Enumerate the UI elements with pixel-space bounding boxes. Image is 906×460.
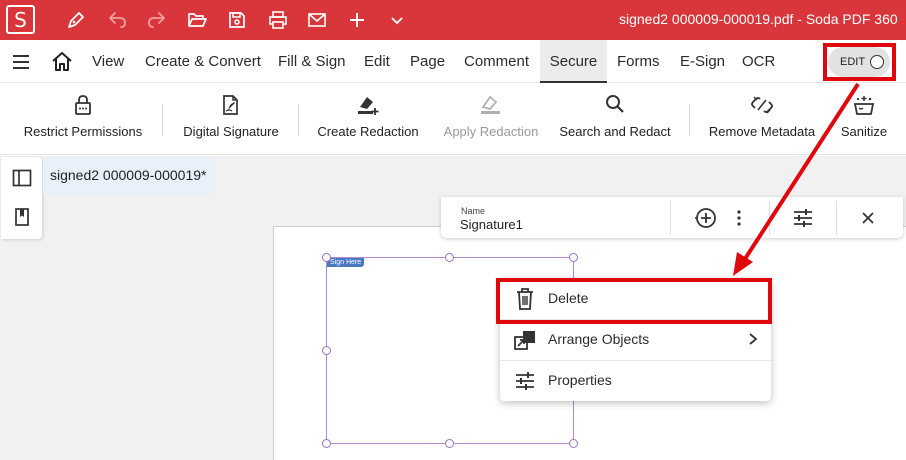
menu-fill-sign[interactable]: Fill & Sign (278, 40, 346, 83)
search-and-redact-button[interactable]: Search and Redact (556, 83, 674, 155)
eraser-icon (478, 93, 504, 117)
home-icon[interactable] (50, 50, 74, 74)
eraser-plus-icon (355, 93, 381, 117)
hamburger-menu-icon[interactable] (10, 51, 32, 73)
panel-toggle-icon[interactable] (9, 165, 35, 191)
toolbar-divider (162, 104, 163, 136)
context-arrange-objects[interactable]: Arrange Objects (500, 319, 771, 360)
resize-handle[interactable] (322, 439, 331, 448)
menu-page[interactable]: Page (410, 40, 445, 83)
save-icon[interactable] (223, 6, 251, 34)
menu-view[interactable]: View (92, 40, 124, 83)
unlink-icon (749, 93, 775, 117)
resize-handle[interactable] (322, 346, 331, 355)
menu-ocr[interactable]: OCR (742, 40, 775, 83)
pen-icon[interactable] (62, 6, 90, 34)
digital-signature-button[interactable]: Digital Signature (176, 83, 286, 155)
resize-handle[interactable] (569, 439, 578, 448)
toolbar-divider (689, 104, 690, 136)
more-vertical-icon[interactable] (726, 205, 752, 231)
add-circle-icon[interactable] (693, 205, 719, 231)
soda-pdf-logo: S (6, 5, 35, 34)
menu-forms[interactable]: Forms (617, 40, 660, 83)
chevron-right-icon (743, 329, 763, 349)
title-bar: S signed2 000009-000019.pdf - Soda PDF 3… (0, 0, 906, 40)
signature-field-bar: Name Signature1 (441, 197, 903, 238)
menu-create-convert[interactable]: Create & Convert (145, 40, 261, 83)
toolbar-divider (298, 104, 299, 136)
digital-signature-label: Digital Signature (183, 124, 279, 139)
document-pen-icon (218, 93, 244, 117)
secure-toolbar: Restrict Permissions Digital Signature C… (0, 83, 906, 155)
lock-icon (70, 93, 96, 117)
search-icon (602, 93, 628, 117)
left-side-panel (1, 157, 42, 239)
sign-here-tag: Sign Here (327, 258, 365, 267)
bar-divider (670, 201, 671, 235)
redo-icon[interactable] (143, 6, 171, 34)
mail-icon[interactable] (303, 6, 331, 34)
menu-edit[interactable]: Edit (364, 40, 390, 83)
plus-icon[interactable] (343, 6, 371, 34)
folder-open-icon[interactable] (183, 6, 211, 34)
resize-handle[interactable] (445, 253, 454, 262)
bar-divider (769, 201, 770, 235)
window-title: signed2 000009-000019.pdf - Soda PDF 360 (619, 11, 898, 27)
field-name-label: Name (461, 206, 486, 216)
apply-redaction-button[interactable]: Apply Redaction (439, 83, 543, 155)
field-name-value[interactable]: Signature1 (460, 217, 523, 232)
delete-highlight (496, 278, 772, 324)
restrict-permissions-button[interactable]: Restrict Permissions (14, 83, 152, 155)
resize-handle[interactable] (322, 253, 331, 262)
edit-toggle-highlight (823, 43, 896, 81)
menu-bar: View Create & Convert Fill & Sign Edit P… (0, 40, 906, 83)
remove-metadata-button[interactable]: Remove Metadata (704, 83, 820, 155)
bar-divider (836, 201, 837, 235)
create-redaction-button[interactable]: Create Redaction (312, 83, 424, 155)
menu-comment[interactable]: Comment (464, 40, 529, 83)
properties-label: Properties (548, 372, 612, 388)
resize-handle[interactable] (569, 253, 578, 262)
sliders-icon (513, 369, 537, 393)
undo-icon[interactable] (103, 6, 131, 34)
context-properties[interactable]: Properties (500, 360, 771, 401)
apply-redaction-label: Apply Redaction (443, 124, 539, 139)
bucket-sparkle-icon (851, 93, 877, 117)
search-and-redact-label: Search and Redact (559, 124, 671, 139)
menu-esign[interactable]: E-Sign (680, 40, 725, 83)
print-icon[interactable] (264, 6, 292, 34)
resize-handle[interactable] (445, 439, 454, 448)
menu-secure[interactable]: Secure (540, 40, 607, 83)
sliders-icon[interactable] (790, 205, 816, 231)
remove-metadata-label: Remove Metadata (708, 124, 816, 139)
chevron-down-icon[interactable] (383, 6, 411, 34)
restrict-permissions-label: Restrict Permissions (23, 124, 143, 139)
create-redaction-label: Create Redaction (317, 124, 419, 139)
arrange-icon (513, 328, 537, 352)
sanitize-label: Sanitize (840, 124, 888, 139)
close-icon[interactable] (855, 205, 881, 231)
bookmark-icon[interactable] (9, 204, 35, 230)
arrange-objects-label: Arrange Objects (548, 331, 650, 347)
document-tab[interactable]: signed2 000009-000019* (43, 157, 214, 195)
sanitize-button[interactable]: Sanitize (836, 83, 892, 155)
